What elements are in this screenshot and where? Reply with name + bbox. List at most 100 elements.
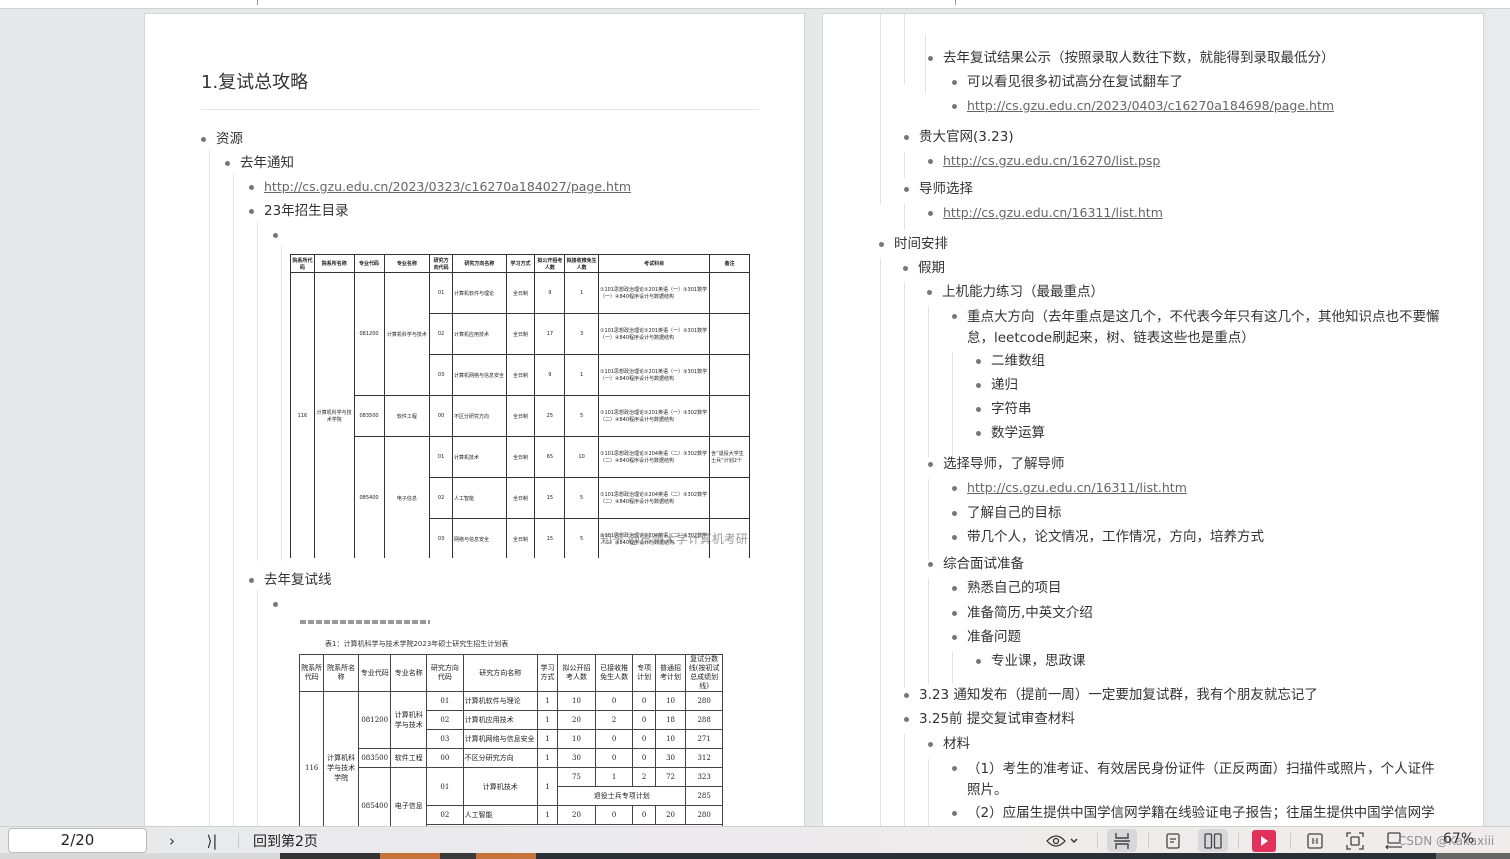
list-item: 准备问题 bbox=[952, 628, 1021, 646]
catalog-table-image: 院系所代码 院系所名称 专业代码 专业名称 研究方向代码 研究方向名称 学习方式… bbox=[290, 254, 750, 558]
cell: 1 bbox=[594, 767, 634, 787]
cell: 03 bbox=[426, 729, 464, 749]
notice-link[interactable]: http://cs.gzu.edu.cn/2023/0323/c16270a18… bbox=[264, 179, 631, 194]
vertical-scrollbar[interactable] bbox=[1486, 9, 1510, 826]
tree-line bbox=[880, 259, 881, 832]
tree-line bbox=[952, 352, 953, 457]
cell: ①101思想政治理论②201英语（一）③301数学（一）④840程序设计与数据结… bbox=[597, 313, 711, 355]
item-text: 材料 bbox=[943, 736, 970, 752]
item-text: 可以看见很多初试高分在复试翻车了 bbox=[967, 74, 1183, 90]
advisor-link[interactable]: http://cs.gzu.edu.cn/16311/list.htm bbox=[943, 205, 1163, 220]
cell: 3 bbox=[564, 313, 599, 355]
cell: 1 bbox=[536, 710, 559, 730]
two-page-button[interactable] bbox=[1198, 829, 1228, 852]
continuous-scroll-icon bbox=[1114, 832, 1130, 849]
actual-size-button[interactable] bbox=[1303, 829, 1327, 852]
last-page-icon: ⟩| bbox=[206, 831, 218, 850]
list-item: 可以看见很多初试高分在复试翻车了 bbox=[952, 73, 1183, 91]
cell: 01 bbox=[429, 272, 454, 314]
list-item: 贵大官网(3.23) bbox=[904, 128, 1014, 146]
tree-line bbox=[880, 14, 881, 204]
bullet-icon bbox=[928, 56, 933, 61]
item-text: 导师选择 bbox=[919, 181, 973, 197]
bullet-icon bbox=[976, 407, 981, 412]
col-header: 研究方向代码 bbox=[426, 654, 464, 692]
list-item: http://cs.gzu.edu.cn/2023/0323/c16270a18… bbox=[249, 178, 631, 196]
item-text: 熟悉自己的项目 bbox=[967, 580, 1062, 596]
list-item: 字符串 bbox=[976, 400, 1032, 418]
cell: 计算机网络与信息安全 bbox=[452, 354, 507, 396]
cell: 10 bbox=[654, 729, 687, 749]
cell: ①101思想政治理论②201英语（一）③301数学（一）④840程序设计与数据结… bbox=[597, 272, 711, 314]
col-header: 专业名称 bbox=[390, 654, 428, 692]
chevron-down-icon bbox=[1070, 837, 1078, 843]
cell: 280 bbox=[685, 805, 723, 825]
cell: 0 bbox=[594, 748, 634, 768]
cell bbox=[709, 272, 750, 314]
col-header: 专项计划 bbox=[632, 654, 656, 692]
goto-page-button[interactable]: 回到第2页 bbox=[253, 831, 318, 851]
cell: 75 bbox=[557, 767, 596, 787]
cell: 17 bbox=[534, 313, 566, 355]
continuous-scroll-button[interactable] bbox=[1107, 829, 1137, 852]
page-number-input[interactable]: 2/20 bbox=[8, 828, 147, 853]
next-page-button[interactable]: › bbox=[162, 829, 182, 852]
cell: 全日制 bbox=[505, 395, 536, 437]
list-item: 专业课，思政课 bbox=[976, 652, 1086, 670]
cell: 02 bbox=[426, 710, 464, 730]
list-item: 去年通知 bbox=[225, 154, 294, 172]
cell: 全日制 bbox=[505, 272, 536, 314]
zoom-level-dropdown[interactable]: 67% bbox=[1443, 831, 1474, 847]
bullet-icon bbox=[976, 383, 981, 388]
bullet-icon bbox=[225, 161, 230, 166]
cell: 电子信息 bbox=[383, 436, 431, 558]
bullet-icon bbox=[952, 611, 957, 616]
cell: 不区分研究方向 bbox=[462, 748, 538, 768]
cell: 18 bbox=[654, 710, 687, 730]
advisor-list-link[interactable]: http://cs.gzu.edu.cn/16311/list.htm bbox=[967, 480, 1187, 495]
fit-page-icon bbox=[1307, 832, 1323, 849]
bullet-icon bbox=[952, 586, 957, 591]
cell: 25 bbox=[534, 395, 566, 437]
cell: 计算机技术 bbox=[452, 436, 507, 478]
col-header: 已接收推免生人数 bbox=[594, 654, 634, 692]
bullet-icon bbox=[904, 187, 909, 192]
list-item: 带几个人，论文情况，工作情况，方向，培养方式 bbox=[952, 528, 1264, 546]
page-right: 去年复试结果公示（按照录取人数往下数，就能得到录取最低分） 可以看见很多初试高分… bbox=[822, 13, 1484, 833]
bullet-icon bbox=[952, 104, 957, 109]
single-page-button[interactable] bbox=[1160, 829, 1186, 852]
item-text: （1）考生的准考证、有效居民身份证件（正反两面）扫描件或照片，个人证件照片。 bbox=[967, 761, 1435, 798]
bullet-icon bbox=[927, 290, 932, 295]
results-link[interactable]: http://cs.gzu.edu.cn/2023/0403/c16270a18… bbox=[967, 98, 1334, 113]
cell: 30 bbox=[654, 748, 687, 768]
col-header: 备注 bbox=[709, 254, 750, 273]
table-row: 116 计算机科学与技术学院 081200 计算机科学与技术 01 计算机软件与… bbox=[290, 272, 750, 558]
item-text: 字符串 bbox=[991, 401, 1032, 417]
list-item: 去年复试结果公示（按照录取人数往下数，就能得到录取最低分） bbox=[928, 49, 1335, 67]
cell: 网络与信息安全 bbox=[452, 518, 507, 558]
cell: 0 bbox=[632, 748, 656, 768]
cell: 不区分研究方向 bbox=[452, 395, 507, 437]
item-text: 准备问题 bbox=[967, 629, 1021, 645]
cell: 01 bbox=[426, 691, 464, 711]
cell: 软件工程 bbox=[390, 748, 428, 768]
cell: 01 bbox=[429, 436, 454, 478]
item-text: 上机能力练习（最最重点） bbox=[942, 284, 1104, 300]
list-item: 综合面试准备 bbox=[928, 555, 1024, 573]
fullscreen-button[interactable] bbox=[1343, 829, 1367, 852]
last-page-button[interactable]: ⟩| bbox=[200, 829, 224, 852]
list-item: 选择导师，了解导师 bbox=[928, 455, 1065, 473]
list-item: 熟悉自己的项目 bbox=[952, 579, 1062, 597]
play-button[interactable] bbox=[1252, 829, 1276, 852]
list-item: 23年招生目录 bbox=[249, 202, 349, 220]
cell: 02 bbox=[429, 313, 454, 355]
list-item: 数学运算 bbox=[976, 424, 1045, 442]
cell: 0 bbox=[632, 710, 656, 730]
item-text: 数学运算 bbox=[991, 425, 1045, 441]
cell: 116 bbox=[298, 691, 325, 832]
document-viewer[interactable]: 1.复试总攻略 资源 去年通知 http://cs.gzu.edu.cn/202… bbox=[0, 9, 1510, 833]
cell: 65 bbox=[534, 436, 566, 478]
list-item: 去年复试线 bbox=[249, 571, 332, 589]
official-link[interactable]: http://cs.gzu.edu.cn/16270/list.psp bbox=[943, 153, 1160, 168]
view-mode-dropdown[interactable] bbox=[1042, 829, 1082, 852]
